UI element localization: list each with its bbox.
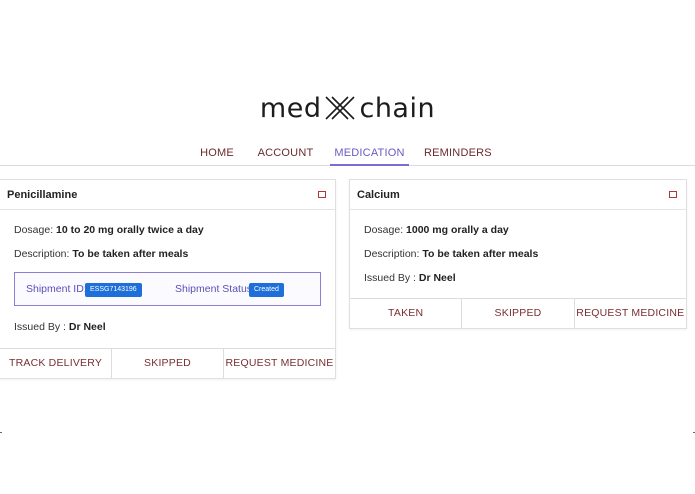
shipment-id-badge: ESSG7143196 xyxy=(85,283,142,297)
description-value: To be taken after meals xyxy=(422,248,539,260)
issued-by-row: Issued By : Dr Neel xyxy=(364,272,456,284)
shipment-status-label: Shipment Status: xyxy=(175,283,255,295)
nav-reminders[interactable]: REMINDERS xyxy=(424,140,492,166)
card-actions: TAKEN SKIPPED REQUEST MEDICINE xyxy=(350,298,686,328)
medication-title: Penicillamine xyxy=(7,189,78,201)
description-row: Description: To be taken after meals xyxy=(14,248,188,260)
dosage-row: Dosage: 10 to 20 mg orally twice a day xyxy=(14,224,204,236)
nav-account[interactable]: ACCOUNT xyxy=(257,140,314,166)
description-value: To be taken after meals xyxy=(72,248,189,260)
card-actions: TRACK DELIVERY SKIPPED REQUEST MEDICINE xyxy=(0,348,335,378)
medication-card-penicillamine: Penicillamine Dosage: 10 to 20 mg orally… xyxy=(0,179,336,379)
description-label: Description: xyxy=(14,248,70,260)
nav-medication[interactable]: MEDICATION xyxy=(330,140,409,166)
skipped-button[interactable]: SKIPPED xyxy=(112,349,224,378)
description-row: Description: To be taken after meals xyxy=(364,248,538,260)
issued-by-label: Issued By : xyxy=(14,321,66,333)
brand-logo: med chain xyxy=(0,88,695,128)
issued-by-value: Dr Neel xyxy=(68,321,106,333)
collapse-square-icon[interactable] xyxy=(318,191,326,198)
shipment-info: Shipment ID: ESSG7143196 Shipment Status… xyxy=(14,272,321,306)
medication-title: Calcium xyxy=(357,189,400,201)
issued-by-value: Dr Neel xyxy=(418,272,456,284)
brand-name-right: chain xyxy=(359,92,436,124)
card-header: Calcium xyxy=(350,180,686,210)
card-header: Penicillamine xyxy=(0,180,335,210)
main-nav: HOME ACCOUNT MEDICATION REMINDERS xyxy=(0,140,695,166)
dosage-label: Dosage: xyxy=(14,224,54,236)
collapse-square-icon[interactable] xyxy=(669,191,677,198)
brand-name-left: med xyxy=(259,92,322,124)
request-medicine-button[interactable]: REQUEST MEDICINE xyxy=(224,349,335,378)
dosage-value: 10 to 20 mg orally twice a day xyxy=(56,224,204,236)
edge-divider-mark xyxy=(0,432,2,433)
dosage-value: 1000 mg orally a day xyxy=(406,224,509,236)
issued-by-row: Issued By : Dr Neel xyxy=(14,321,106,333)
dosage-label: Dosage: xyxy=(364,224,404,236)
skipped-button[interactable]: SKIPPED xyxy=(462,299,575,328)
double-chevron-logo-icon xyxy=(325,96,356,120)
nav-home[interactable]: HOME xyxy=(196,140,238,166)
medication-card-calcium: Calcium Dosage: 1000 mg orally a day Des… xyxy=(349,179,687,329)
issued-by-label: Issued By : xyxy=(364,272,416,284)
shipment-status-badge: Created xyxy=(249,283,284,297)
dosage-row: Dosage: 1000 mg orally a day xyxy=(364,224,509,236)
description-label: Description: xyxy=(364,248,420,260)
request-medicine-button[interactable]: REQUEST MEDICINE xyxy=(575,299,686,328)
taken-button[interactable]: TAKEN xyxy=(350,299,463,328)
shipment-id-label: Shipment ID: xyxy=(26,283,87,295)
track-delivery-button[interactable]: TRACK DELIVERY xyxy=(0,349,112,378)
